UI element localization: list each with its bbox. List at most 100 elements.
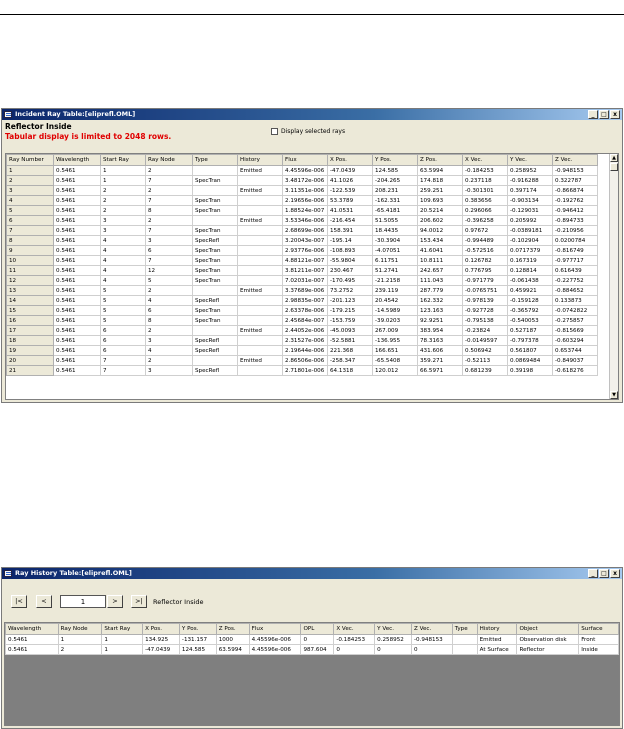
table-cell[interactable]: -0.971779: [462, 275, 508, 286]
table-cell[interactable]: -201.123: [327, 295, 373, 306]
table-cell[interactable]: 63.5994: [417, 165, 463, 176]
table-cell[interactable]: 0.5461: [53, 345, 101, 356]
table-cell[interactable]: 0.5461: [53, 255, 101, 266]
table-cell[interactable]: 78.3163: [417, 335, 463, 346]
table-cell[interactable]: -0.184253: [462, 165, 508, 176]
table-cell[interactable]: 2.68699e-006: [282, 225, 328, 236]
table-cell[interactable]: 0.167319: [507, 255, 553, 266]
table-cell[interactable]: [237, 245, 283, 256]
table-cell[interactable]: Emitted: [237, 355, 283, 366]
table-cell[interactable]: 0.5461: [53, 245, 101, 256]
table-cell[interactable]: 41.0531: [327, 205, 373, 216]
table-cell[interactable]: SpecRefl: [192, 295, 238, 306]
table-cell[interactable]: -0.797378: [507, 335, 553, 346]
table-cell[interactable]: 18.4435: [372, 225, 418, 236]
column-header[interactable]: Ray Node: [57, 623, 103, 635]
table-cell[interactable]: 3: [100, 215, 146, 226]
table-cell[interactable]: 2: [145, 215, 193, 226]
table-cell[interactable]: -195.14: [327, 235, 373, 246]
column-header[interactable]: X Pos.: [327, 154, 373, 166]
table-cell[interactable]: 4: [6, 195, 54, 206]
table-row[interactable]: 16 0.5461 5 8 SpecTran 2.45684e-007 -153.759 -3…: [6, 315, 598, 326]
table-cell[interactable]: 4: [100, 245, 146, 256]
table-cell[interactable]: -4.07051: [372, 245, 418, 256]
table-cell[interactable]: 0.5461: [53, 235, 101, 246]
table-cell[interactable]: 2: [6, 175, 54, 186]
table-cell[interactable]: 3: [100, 225, 146, 236]
table-cell[interactable]: 0.5461: [53, 365, 101, 376]
table-cell[interactable]: 1.88524e-007: [282, 205, 328, 216]
table-cell[interactable]: 0.653744: [552, 345, 598, 356]
table-cell[interactable]: 1: [6, 165, 54, 176]
table-cell[interactable]: -0.210956: [552, 225, 598, 236]
table-cell[interactable]: 13: [6, 285, 54, 296]
table-cell[interactable]: 259.251: [417, 185, 463, 196]
table-cell[interactable]: 0.5461: [53, 315, 101, 326]
table-cell[interactable]: [237, 305, 283, 316]
table-cell[interactable]: 12: [145, 265, 193, 276]
table-cell[interactable]: 0.397174: [507, 185, 553, 196]
table-cell[interactable]: 2.44052e-006: [282, 325, 328, 336]
table-cell[interactable]: 66.5971: [417, 365, 463, 376]
table-cell[interactable]: 0.459921: [507, 285, 553, 296]
table-cell[interactable]: -39.0203: [372, 315, 418, 326]
column-header[interactable]: History: [237, 154, 283, 166]
table-cell[interactable]: 3: [145, 235, 193, 246]
table-cell[interactable]: -65.5408: [372, 355, 418, 366]
table-cell[interactable]: 6: [100, 335, 146, 346]
table-cell[interactable]: 0.383656: [462, 195, 508, 206]
table-row[interactable]: 9 0.5461 4 6 SpecTran 2.93776e-006 -108.893 -4.…: [6, 245, 598, 256]
table-cell[interactable]: 2.19644e-006: [282, 345, 328, 356]
table-cell[interactable]: 92.9251: [417, 315, 463, 326]
table-cell[interactable]: 5: [145, 275, 193, 286]
table-cell[interactable]: 174.818: [417, 175, 463, 186]
table-cell[interactable]: -0.061438: [507, 275, 553, 286]
table-cell[interactable]: -204.265: [372, 175, 418, 186]
table-cell[interactable]: 124.585: [372, 165, 418, 176]
table-cell[interactable]: -122.539: [327, 185, 373, 196]
column-header[interactable]: Object: [516, 623, 580, 635]
table-cell[interactable]: 41.1026: [327, 175, 373, 186]
table-cell[interactable]: 7: [145, 225, 193, 236]
table-cell[interactable]: [237, 255, 283, 266]
column-header[interactable]: OPL: [300, 623, 335, 635]
column-header[interactable]: Y Vec.: [374, 623, 412, 635]
table-cell[interactable]: 3.48172e-006: [282, 175, 328, 186]
table-cell[interactable]: 64.1318: [327, 365, 373, 376]
table-cell[interactable]: -47.0439: [142, 644, 180, 655]
table-row[interactable]: 20 0.5461 7 2 Emitted 2.86506e-006 -258.347 -65…: [6, 355, 598, 366]
table-cell[interactable]: Emitted: [237, 215, 283, 226]
table-cell[interactable]: [192, 285, 238, 296]
column-header[interactable]: Z Vec.: [552, 154, 598, 166]
table-cell[interactable]: -131.157: [178, 634, 217, 645]
table-cell[interactable]: -162.331: [372, 195, 418, 206]
table-cell[interactable]: 0: [333, 644, 376, 655]
table-cell[interactable]: 134.925: [142, 634, 180, 645]
table-cell[interactable]: -0.866874: [552, 185, 598, 196]
table-cell[interactable]: -0.102904: [507, 235, 553, 246]
column-header[interactable]: Wavelength: [5, 623, 59, 635]
table-cell[interactable]: Emitted: [476, 634, 518, 645]
table-cell[interactable]: -0.977717: [552, 255, 598, 266]
column-header[interactable]: X Pos.: [142, 623, 180, 635]
table-cell[interactable]: 5: [100, 305, 146, 316]
table-cell[interactable]: -216.454: [327, 215, 373, 226]
table-cell[interactable]: 14: [6, 295, 54, 306]
table-cell[interactable]: 0.5461: [53, 185, 101, 196]
table-cell[interactable]: -0.815669: [552, 325, 598, 336]
table-cell[interactable]: 6: [100, 325, 146, 336]
table-cell[interactable]: -0.396258: [462, 215, 508, 226]
last-page-button[interactable]: >|: [131, 595, 147, 608]
table-cell[interactable]: -0.129031: [507, 205, 553, 216]
table-cell[interactable]: -0.184253: [333, 634, 376, 645]
table-cell[interactable]: 6: [100, 345, 146, 356]
table-cell[interactable]: 15: [6, 305, 54, 316]
table-cell[interactable]: 41.6041: [417, 245, 463, 256]
table-cell[interactable]: [192, 165, 238, 176]
column-header[interactable]: Type: [451, 623, 478, 635]
table-cell[interactable]: -0.23824: [462, 325, 508, 336]
table-cell[interactable]: 153.434: [417, 235, 463, 246]
table-cell[interactable]: -65.4181: [372, 205, 418, 216]
table-cell[interactable]: [237, 195, 283, 206]
table-cell[interactable]: 230.467: [327, 265, 373, 276]
